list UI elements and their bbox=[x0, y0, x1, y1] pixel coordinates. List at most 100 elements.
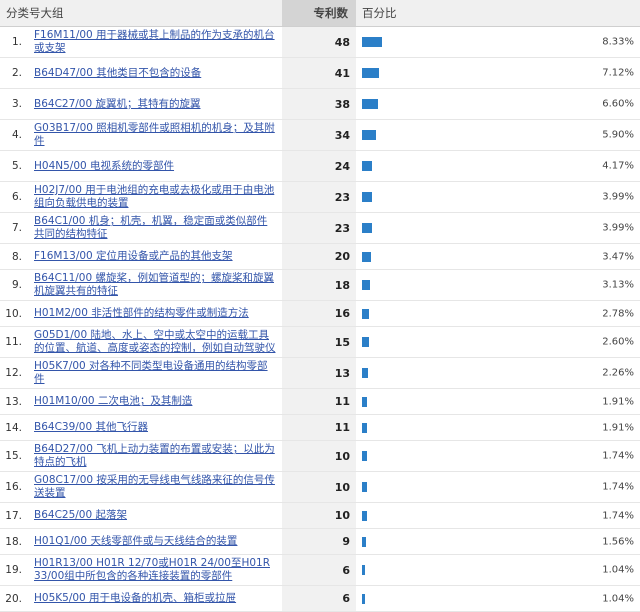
row-index: 8. bbox=[0, 243, 28, 270]
percent-bar bbox=[362, 68, 380, 78]
percent-cell: 2.78% bbox=[356, 300, 640, 327]
patent-count: 41 bbox=[282, 57, 356, 89]
category-cell: B64C27/00 旋翼机；其特有的旋翼 bbox=[28, 88, 282, 120]
patent-count: 9 bbox=[282, 528, 356, 555]
category-cell: B64C11/00 螺旋桨，例如管道型的；螺旋桨和旋翼机旋翼共有的特征 bbox=[28, 269, 282, 301]
percent-cell: 1.74% bbox=[356, 471, 640, 503]
category-link[interactable]: B64C11/00 螺旋桨，例如管道型的；螺旋桨和旋翼机旋翼共有的特征 bbox=[34, 272, 274, 297]
percent-bar bbox=[362, 536, 367, 547]
percent-bar bbox=[362, 130, 377, 140]
percent-value: 1.91% bbox=[602, 396, 634, 407]
category-link[interactable]: B64D27/00 飞机上动力装置的布置或安装；以此为特点的飞机 bbox=[34, 443, 275, 468]
category-link[interactable]: H05K7/00 对各种不同类型电设备通用的结构零部件 bbox=[34, 360, 268, 385]
patent-count: 38 bbox=[282, 88, 356, 120]
category-link[interactable]: H01M10/00 二次电池；及其制造 bbox=[34, 395, 192, 407]
percent-value: 1.04% bbox=[602, 564, 634, 576]
patent-count: 11 bbox=[282, 388, 356, 415]
category-link[interactable]: B64C39/00 其他飞行器 bbox=[34, 421, 148, 433]
percent-cell: 3.99% bbox=[356, 212, 640, 244]
percent-cell: 2.26% bbox=[356, 357, 640, 389]
category-cell: G08C17/00 按采用的无导线电气线路来征的信号传送装置 bbox=[28, 471, 282, 503]
row-index: 9. bbox=[0, 269, 28, 301]
percent-cell: 3.47% bbox=[356, 243, 640, 270]
percent-bar bbox=[362, 161, 373, 171]
table-row: 2. B64D47/00 其他类目不包含的设备 41 7.12% bbox=[0, 57, 640, 89]
category-cell: B64D27/00 飞机上动力装置的布置或安装；以此为特点的飞机 bbox=[28, 440, 282, 472]
category-link[interactable]: H01M2/00 非活性部件的结构零件或制造方法 bbox=[34, 307, 249, 319]
row-index: 19. bbox=[0, 554, 28, 586]
category-link[interactable]: F16M11/00 用于器械或其上制品的作为支承的机台或支架 bbox=[34, 29, 275, 54]
category-link[interactable]: B64D47/00 其他类目不包含的设备 bbox=[34, 67, 201, 79]
table-row: 14. B64C39/00 其他飞行器 11 1.91% bbox=[0, 414, 640, 441]
percent-value: 7.12% bbox=[602, 67, 634, 79]
percent-value: 3.99% bbox=[602, 222, 634, 234]
percent-bar bbox=[362, 37, 382, 47]
patent-count: 6 bbox=[282, 585, 356, 612]
percent-cell: 1.74% bbox=[356, 440, 640, 472]
percent-value: 3.47% bbox=[602, 251, 634, 262]
category-link[interactable]: G08C17/00 按采用的无导线电气线路来征的信号传送装置 bbox=[34, 474, 275, 499]
percent-bar bbox=[362, 308, 369, 319]
row-index: 12. bbox=[0, 357, 28, 389]
header-count[interactable]: 专利数 bbox=[282, 0, 356, 27]
category-link[interactable]: H01Q1/00 天线零部件或与天线结合的装置 bbox=[34, 535, 237, 547]
table-row: 11. G05D1/00 陆地、水上、空中或太空中的运载工具的位置、航道、高度或姿… bbox=[0, 326, 640, 358]
category-link[interactable]: B64C1/00 机身；机壳，机翼，稳定面或类似部件共同的结构特征 bbox=[34, 215, 267, 240]
category-link[interactable]: H05K5/00 用于电设备的机壳、箱柜或拉屉 bbox=[34, 592, 236, 604]
row-index: 10. bbox=[0, 300, 28, 327]
category-cell: F16M11/00 用于器械或其上制品的作为支承的机台或支架 bbox=[28, 26, 282, 58]
table-row: 17. B64C25/00 起落架 10 1.74% bbox=[0, 502, 640, 529]
row-index: 18. bbox=[0, 528, 28, 555]
row-index: 5. bbox=[0, 150, 28, 182]
category-link[interactable]: H01R13/00 H01R 12/70或H01R 24/00至H01R 33/… bbox=[34, 557, 270, 582]
percent-cell: 1.56% bbox=[356, 528, 640, 555]
percent-value: 1.74% bbox=[602, 450, 634, 462]
percent-value: 1.91% bbox=[602, 422, 634, 433]
category-cell: B64D47/00 其他类目不包含的设备 bbox=[28, 57, 282, 89]
row-index: 13. bbox=[0, 388, 28, 415]
category-cell: H05K5/00 用于电设备的机壳、箱柜或拉屉 bbox=[28, 585, 282, 612]
patent-count: 10 bbox=[282, 471, 356, 503]
patent-count: 10 bbox=[282, 502, 356, 529]
patent-count: 15 bbox=[282, 326, 356, 358]
percent-cell: 4.17% bbox=[356, 150, 640, 182]
category-link[interactable]: G05D1/00 陆地、水上、空中或太空中的运载工具的位置、航道、高度或姿态的控… bbox=[34, 329, 276, 354]
table-row: 8. F16M13/00 定位用设备或产品的其他支架 20 3.47% bbox=[0, 243, 640, 270]
row-index: 11. bbox=[0, 326, 28, 358]
header-category[interactable]: 分类号大组 bbox=[0, 0, 282, 27]
percent-value: 3.13% bbox=[602, 279, 634, 291]
category-cell: B64C25/00 起落架 bbox=[28, 502, 282, 529]
category-link[interactable]: H02J7/00 用于电池组的充电或去极化或用于由电池组向负载供电的装置 bbox=[34, 184, 274, 209]
percent-cell: 2.60% bbox=[356, 326, 640, 358]
row-index: 1. bbox=[0, 26, 28, 58]
category-link[interactable]: B64C25/00 起落架 bbox=[34, 509, 127, 521]
percent-bar bbox=[362, 251, 371, 262]
header-percent[interactable]: 百分比 bbox=[356, 0, 640, 27]
category-link[interactable]: B64C27/00 旋翼机；其特有的旋翼 bbox=[34, 98, 201, 110]
category-cell: H01R13/00 H01R 12/70或H01R 24/00至H01R 33/… bbox=[28, 554, 282, 586]
category-link[interactable]: G03B17/00 照相机零部件或照相机的机身；及其附件 bbox=[34, 122, 275, 147]
percent-value: 1.74% bbox=[602, 481, 634, 493]
category-cell: H02J7/00 用于电池组的充电或去极化或用于由电池组向负载供电的装置 bbox=[28, 181, 282, 213]
percent-cell: 7.12% bbox=[356, 57, 640, 89]
patent-count: 23 bbox=[282, 212, 356, 244]
row-index: 17. bbox=[0, 502, 28, 529]
percent-value: 5.90% bbox=[602, 129, 634, 141]
percent-value: 4.17% bbox=[602, 160, 634, 172]
percent-value: 2.78% bbox=[602, 308, 634, 319]
category-cell: G05D1/00 陆地、水上、空中或太空中的运载工具的位置、航道、高度或姿态的控… bbox=[28, 326, 282, 358]
patent-count: 34 bbox=[282, 119, 356, 151]
percent-value: 3.99% bbox=[602, 191, 634, 203]
percent-bar bbox=[362, 451, 367, 461]
category-link[interactable]: H04N5/00 电视系统的零部件 bbox=[34, 160, 174, 172]
patent-count: 10 bbox=[282, 440, 356, 472]
percent-cell: 1.04% bbox=[356, 585, 640, 612]
percent-cell: 3.99% bbox=[356, 181, 640, 213]
row-index: 16. bbox=[0, 471, 28, 503]
percent-bar bbox=[362, 192, 372, 202]
category-link[interactable]: F16M13/00 定位用设备或产品的其他支架 bbox=[34, 250, 233, 262]
category-cell: H01Q1/00 天线零部件或与天线结合的装置 bbox=[28, 528, 282, 555]
percent-bar bbox=[362, 396, 367, 407]
percent-cell: 6.60% bbox=[356, 88, 640, 120]
patent-category-table: 分类号大组 专利数 百分比 1. F16M11/00 用于器械或其上制品的作为支承… bbox=[0, 0, 640, 612]
